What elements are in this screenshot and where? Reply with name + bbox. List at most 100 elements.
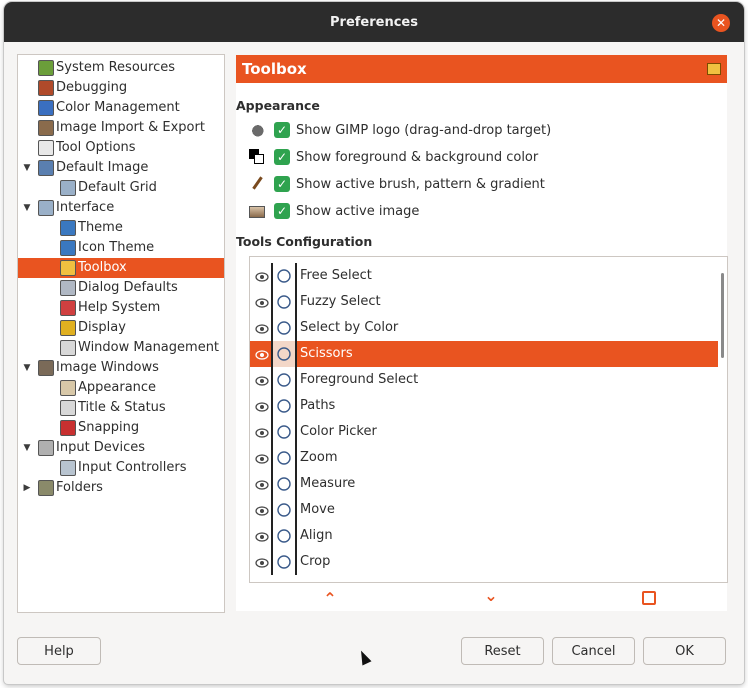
tool-row-select-by-color[interactable]: Select by Color	[250, 315, 718, 341]
visibility-eye-icon[interactable]	[255, 505, 269, 516]
visibility-eye-icon[interactable]	[255, 297, 269, 308]
sidebar-item-display[interactable]: Display	[18, 318, 224, 338]
sidebar-item-icon-theme[interactable]: Icon Theme	[18, 238, 224, 258]
sidebar-item-label: Default Grid	[78, 180, 157, 195]
visibility-eye-icon[interactable]	[255, 453, 269, 464]
option-show-active-image[interactable]: ✓ Show active image	[249, 200, 419, 222]
tool-row-align[interactable]: Align	[250, 523, 718, 549]
fg-bg-color-icon	[249, 149, 265, 165]
sidebar-item-input-devices[interactable]: ▼ Input Devices	[18, 438, 224, 458]
tool-row-crop[interactable]: Crop	[250, 549, 718, 575]
tool-label: Align	[300, 528, 333, 543]
option-show-active-brush[interactable]: ✓ Show active brush, pattern & gradient	[249, 173, 545, 195]
tool-row-move[interactable]: Move	[250, 497, 718, 523]
visibility-eye-icon[interactable]	[255, 531, 269, 542]
visibility-eye-icon[interactable]	[255, 349, 269, 360]
sidebar-item-label: System Resources	[56, 60, 175, 75]
option-show-fg-bg-color[interactable]: ✓ Show foreground & background color	[249, 146, 538, 168]
visibility-eye-icon[interactable]	[255, 427, 269, 438]
move-tool-up-button[interactable]: ⌃	[320, 590, 340, 608]
color-picker-icon	[271, 419, 297, 445]
tool-row-scissors[interactable]: Scissors	[250, 341, 718, 367]
reset-tools-button[interactable]	[642, 591, 656, 605]
chevron-up-icon: ⌃	[323, 589, 337, 608]
tools-list[interactable]: Free Select Fuzzy Select Select by Color Sc…	[249, 256, 728, 583]
cancel-button[interactable]: Cancel	[552, 637, 635, 665]
expander-collapsed-icon[interactable]: ▶	[22, 478, 32, 498]
sidebar-item-theme[interactable]: Theme	[18, 218, 224, 238]
sidebar-item-debugging[interactable]: Debugging	[18, 78, 224, 98]
image-windows-icon	[38, 360, 54, 376]
sidebar-item-window-management[interactable]: Window Management	[18, 338, 224, 358]
appearance-icon	[60, 380, 76, 396]
sidebar-item-default-grid[interactable]: Default Grid	[18, 178, 224, 198]
sidebar-item-default-image[interactable]: ▼ Default Image	[18, 158, 224, 178]
sidebar-item-input-controllers[interactable]: Input Controllers	[18, 458, 224, 478]
tool-row-fuzzy-select[interactable]: Fuzzy Select	[250, 289, 718, 315]
checkbox-show-active-image[interactable]: ✓	[274, 203, 290, 219]
crop-icon	[271, 549, 297, 575]
checkbox-show-fg-bg-color[interactable]: ✓	[274, 149, 290, 165]
visibility-eye-icon[interactable]	[255, 271, 269, 282]
chevron-down-icon: ⌄	[484, 586, 498, 605]
icon-theme-icon	[60, 240, 76, 256]
sidebar-item-label: Input Devices	[56, 440, 146, 455]
tool-row-paths[interactable]: Paths	[250, 393, 718, 419]
tool-label: Measure	[300, 476, 356, 491]
sidebar-item-image-windows[interactable]: ▼ Image Windows	[18, 358, 224, 378]
expander-expanded-icon[interactable]: ▼	[22, 158, 32, 178]
expander-expanded-icon[interactable]: ▼	[22, 198, 32, 218]
sidebar-item-system-resources[interactable]: System Resources	[18, 58, 224, 78]
tool-row-free-select[interactable]: Free Select	[250, 263, 718, 289]
color-management-icon	[38, 100, 54, 116]
sidebar-item-color-management[interactable]: Color Management	[18, 98, 224, 118]
close-button[interactable]: ✕	[712, 14, 730, 32]
checkbox-show-gimp-logo[interactable]: ✓	[274, 122, 290, 138]
option-label: Show active brush, pattern & gradient	[296, 176, 545, 192]
window-title: Preferences	[330, 14, 418, 30]
expander-expanded-icon[interactable]: ▼	[22, 438, 32, 458]
help-button[interactable]: Help	[17, 637, 101, 665]
move-icon	[271, 497, 297, 523]
window-management-icon	[60, 340, 76, 356]
visibility-eye-icon[interactable]	[255, 557, 269, 568]
sidebar-item-help-system[interactable]: Help System	[18, 298, 224, 318]
page-header: Toolbox	[236, 55, 727, 83]
sidebar-item-label: Icon Theme	[78, 240, 155, 255]
sidebar-item-folders[interactable]: ▶ Folders	[18, 478, 224, 498]
option-show-gimp-logo[interactable]: ✓ Show GIMP logo (drag-and-drop target)	[249, 119, 551, 141]
brush-icon	[249, 176, 265, 192]
expander-expanded-icon[interactable]: ▼	[22, 358, 32, 378]
sidebar-item-dialog-defaults[interactable]: Dialog Defaults	[18, 278, 224, 298]
visibility-eye-icon[interactable]	[255, 323, 269, 334]
sidebar-item-tool-options[interactable]: Tool Options	[18, 138, 224, 158]
sidebar-item-label: Window Management	[78, 340, 220, 355]
reset-button[interactable]: Reset	[461, 637, 544, 665]
sidebar-item-label: Image Import & Export	[56, 120, 205, 135]
tool-row-zoom[interactable]: Zoom	[250, 445, 718, 471]
move-tool-down-button[interactable]: ⌄	[481, 587, 501, 605]
tool-label: Free Select	[300, 268, 372, 283]
sidebar-item-snapping[interactable]: Snapping	[18, 418, 224, 438]
visibility-eye-icon[interactable]	[255, 375, 269, 386]
dialog-defaults-icon	[60, 280, 76, 296]
sidebar-item-interface[interactable]: ▼ Interface	[18, 198, 224, 218]
visibility-eye-icon[interactable]	[255, 479, 269, 490]
debugging-icon	[38, 80, 54, 96]
ok-button[interactable]: OK	[643, 637, 726, 665]
tool-row-color-picker[interactable]: Color Picker	[250, 419, 718, 445]
preferences-sidebar-tree: System Resources Debugging Color Managemen…	[17, 54, 225, 613]
tools-list-scrollbar[interactable]	[721, 273, 724, 358]
visibility-eye-icon[interactable]	[255, 401, 269, 412]
sidebar-item-appearance[interactable]: Appearance	[18, 378, 224, 398]
tool-label: Scissors	[300, 346, 353, 361]
checkbox-show-active-brush[interactable]: ✓	[274, 176, 290, 192]
tool-row-foreground-select[interactable]: Foreground Select	[250, 367, 718, 393]
tools-config-section-title: Tools Configuration	[236, 234, 373, 249]
sidebar-item-title-status[interactable]: Title & Status	[18, 398, 224, 418]
sidebar-item-label: Toolbox	[78, 260, 127, 275]
page-title: Toolbox	[242, 60, 307, 78]
sidebar-item-toolbox[interactable]: Toolbox	[18, 258, 224, 278]
sidebar-item-image-import-export[interactable]: Image Import & Export	[18, 118, 224, 138]
tool-row-measure[interactable]: Measure	[250, 471, 718, 497]
